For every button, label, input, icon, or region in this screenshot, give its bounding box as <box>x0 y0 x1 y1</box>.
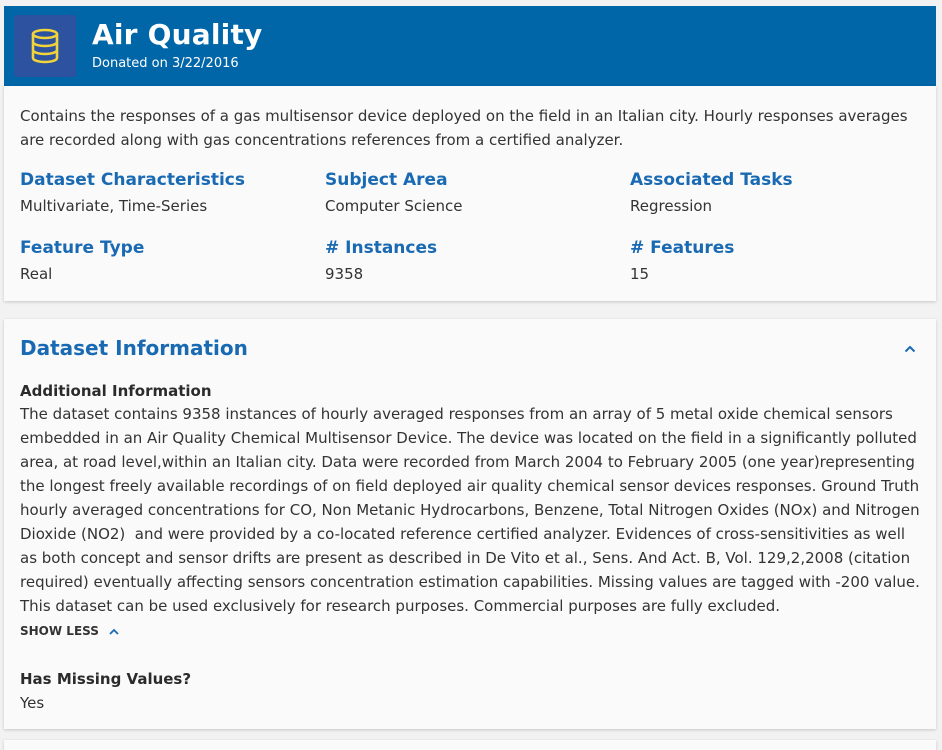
page-title: Air Quality <box>92 18 263 51</box>
chevron-up-icon[interactable] <box>902 341 918 357</box>
characteristic-label: Dataset Characteristics <box>20 170 245 190</box>
dataset-header: Air Quality Donated on 3/22/2016 <box>4 6 936 86</box>
show-less-button[interactable]: SHOW LESS <box>20 624 119 638</box>
features-value: 15 <box>630 265 650 283</box>
features-label: # Features <box>630 238 735 258</box>
section-title[interactable]: Dataset Information <box>20 336 248 360</box>
associated-tasks-label: Associated Tasks <box>630 170 793 190</box>
dataset-information-card: Dataset Information Additional Informati… <box>4 319 936 729</box>
info-paragraph: The dataset contains 9358 instances of h… <box>20 405 925 591</box>
next-card <box>4 740 936 750</box>
instances-label: # Instances <box>325 238 438 258</box>
info-paragraph: This dataset can be used exclusively for… <box>20 597 781 615</box>
dataset-summary: Contains the responses of a gas multisen… <box>20 107 908 149</box>
chevron-up-icon <box>109 624 119 638</box>
feature-type-value: Real <box>20 265 53 283</box>
associated-tasks-value: Regression <box>630 197 713 215</box>
database-icon <box>14 15 76 77</box>
additional-information-text: The dataset contains 9358 instances of h… <box>20 402 925 618</box>
subject-area-label: Subject Area <box>325 170 448 190</box>
instances-value: 9358 <box>325 265 364 283</box>
subject-area-value: Computer Science <box>325 197 463 215</box>
missing-values-label: Has Missing Values? <box>20 670 192 688</box>
donation-date: Donated on 3/22/2016 <box>92 56 239 71</box>
show-less-label: SHOW LESS <box>20 624 99 638</box>
characteristic-value: Multivariate, Time-Series <box>20 197 208 215</box>
missing-values-value: Yes <box>20 694 45 712</box>
feature-type-label: Feature Type <box>20 238 145 258</box>
additional-information-heading: Additional Information <box>20 382 212 400</box>
overview-card: Contains the responses of a gas multisen… <box>4 86 936 301</box>
